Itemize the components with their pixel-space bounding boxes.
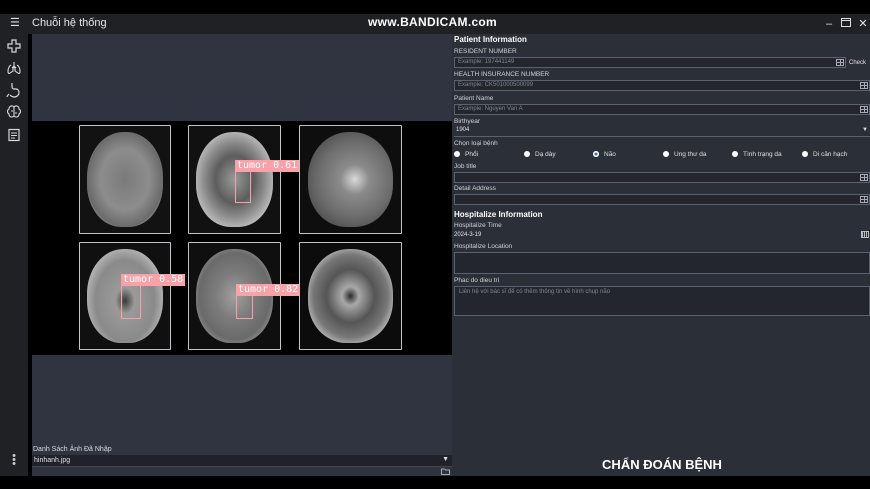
calculator-icon[interactable] xyxy=(860,106,868,113)
more-vertical-icon[interactable]: • • • xyxy=(10,451,18,470)
patient-name-input[interactable]: Example: Nguyen Van A xyxy=(454,104,870,115)
detail-address-label: Detail Address xyxy=(454,185,496,192)
folder-icon[interactable] xyxy=(441,468,450,475)
hospitalize-time-label: Hospitalize Time xyxy=(454,222,502,229)
image-select[interactable]: hinhanh.jpg ▼ xyxy=(32,455,452,467)
insurance-number-label: HEALTH INSURANCE NUMBER xyxy=(454,71,550,78)
check-button[interactable]: Check xyxy=(849,60,866,66)
bandicam-watermark: www.BANDICAM.com xyxy=(368,15,498,29)
add-icon[interactable] xyxy=(6,38,22,54)
radio-nao[interactable]: Não xyxy=(593,151,616,158)
radio-circle xyxy=(663,151,669,157)
calculator-icon[interactable] xyxy=(836,59,844,66)
resident-number-label: RESIDENT NUMBER xyxy=(454,48,517,55)
document-icon[interactable] xyxy=(6,127,22,143)
hospitalize-location-label: Hospitalize Location xyxy=(454,243,513,250)
mri-scan-3 xyxy=(299,125,402,234)
resident-number-input[interactable]: Example: 197441149 xyxy=(454,57,846,68)
radio-label: Não xyxy=(604,151,616,158)
detection-label: tumor 0.82 xyxy=(236,284,301,296)
treatment-placeholder: Liên hệ với bác sĩ để có thêm thông tin … xyxy=(459,289,611,295)
tumor-bounding-box xyxy=(236,293,253,319)
bottom-border xyxy=(0,476,870,489)
radio-circle xyxy=(454,151,460,157)
radio-label: Dạ dày xyxy=(535,151,556,158)
title-bar: ☰ Chuỗi hệ thống www.BANDICAM.com – ✕ xyxy=(0,14,870,34)
app-title: Chuỗi hệ thống xyxy=(32,17,107,29)
birthyear-select[interactable]: 1904 ▼ xyxy=(454,126,870,137)
radio-circle xyxy=(802,151,808,157)
mri-scan-5 xyxy=(188,242,281,350)
image-panel: tumor 0.61 tumor 0.58 tumor 0.82 Danh Sá… xyxy=(32,34,452,476)
stomach-icon[interactable] xyxy=(6,82,22,98)
radio-da-day[interactable]: Dạ dày xyxy=(524,151,556,158)
close-icon[interactable]: ✕ xyxy=(856,17,870,31)
brain-icon[interactable] xyxy=(6,104,22,120)
resident-number-placeholder: Example: 197441149 xyxy=(458,59,515,65)
patient-form: Patient Information RESIDENT NUMBER Exam… xyxy=(452,34,870,476)
radio-ung-thu-da[interactable]: Ung thư da xyxy=(663,151,707,158)
mri-scan-1 xyxy=(79,125,171,234)
patient-name-placeholder: Example: Nguyen Van A xyxy=(458,106,523,112)
radio-circle-selected xyxy=(593,151,599,157)
maximize-icon[interactable] xyxy=(839,17,853,31)
tumor-bounding-box xyxy=(121,282,141,319)
hospitalize-time-value[interactable]: 2024-3-19 xyxy=(454,232,481,238)
birthyear-value: 1904 xyxy=(456,127,470,133)
insurance-number-placeholder: Example: CK501000500099 xyxy=(458,82,534,88)
chevron-down-icon: ▼ xyxy=(862,127,868,133)
insurance-number-input[interactable]: Example: CK501000500099 xyxy=(454,80,870,91)
selected-image: hinhanh.jpg xyxy=(34,457,71,464)
radio-phoi[interactable]: Phổi xyxy=(454,151,478,158)
hospitalize-location-input[interactable] xyxy=(454,252,870,274)
detection-label: tumor 0.58 xyxy=(121,274,186,286)
tumor-bounding-box xyxy=(235,169,251,203)
radio-circle xyxy=(524,151,530,157)
hospitalize-info-title: Hospitalize Information xyxy=(454,210,543,219)
chevron-down-icon: ▼ xyxy=(442,456,449,463)
radio-label: Tình trạng da xyxy=(743,151,782,158)
radio-label: Phổi xyxy=(465,151,479,158)
lungs-icon[interactable] xyxy=(6,60,22,76)
radio-circle xyxy=(732,151,738,157)
menu-icon[interactable]: ☰ xyxy=(10,17,22,29)
detection-label: tumor 0.61 xyxy=(235,160,300,172)
job-title-input[interactable] xyxy=(454,172,870,183)
calendar-icon[interactable] xyxy=(861,231,869,238)
minimize-icon[interactable]: – xyxy=(822,17,836,31)
image-list-label: Danh Sách Ảnh Đã Nhập xyxy=(33,446,112,453)
diagnose-button[interactable]: CHẨN ĐOÁN BỆNH xyxy=(454,453,870,477)
patient-name-label: Patient Name xyxy=(454,95,494,102)
treatment-label: Phac do dieu tri xyxy=(454,277,500,284)
calculator-icon[interactable] xyxy=(860,174,868,181)
mri-image[interactable]: tumor 0.61 tumor 0.58 tumor 0.82 xyxy=(32,121,452,355)
calculator-icon[interactable] xyxy=(860,196,868,203)
mri-scan-6 xyxy=(299,242,402,350)
detail-address-input[interactable] xyxy=(454,194,870,205)
birthyear-label: Birthyear xyxy=(454,118,481,125)
disease-type-label: Chọn loại bệnh xyxy=(454,140,498,147)
job-title-label: Job title xyxy=(454,163,477,170)
radio-tinh-trang-da[interactable]: Tình trạng da xyxy=(732,151,782,158)
radio-di-can-hach[interactable]: Di căn hạch xyxy=(802,151,847,158)
calculator-icon[interactable] xyxy=(860,82,868,89)
sidebar: • • • xyxy=(0,34,28,476)
patient-info-title: Patient Information xyxy=(454,35,527,44)
treatment-textarea[interactable]: Liên hệ với bác sĩ để có thêm thông tin … xyxy=(454,286,870,316)
radio-label: Ung thư da xyxy=(674,151,707,158)
radio-label: Di căn hạch xyxy=(813,151,848,158)
